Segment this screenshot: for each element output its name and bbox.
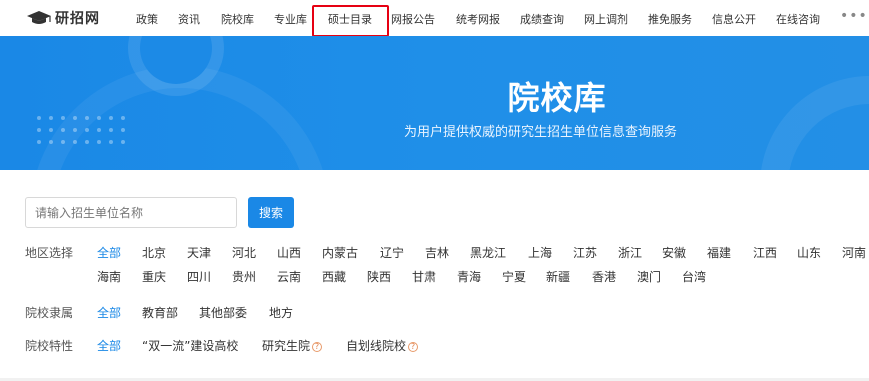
page-title-text: 院校库 xyxy=(507,79,607,117)
region-option[interactable]: 黑龙江 xyxy=(470,244,506,261)
help-icon[interactable]: ? xyxy=(408,342,419,352)
affiliation-option-all[interactable]: 全部 xyxy=(97,304,121,321)
more-menu-icon[interactable]: ••• xyxy=(840,9,868,23)
region-option[interactable]: 澳门 xyxy=(637,268,661,285)
region-option[interactable]: 贵州 xyxy=(232,268,256,285)
nav-item-exemption-service[interactable]: 推免服务 xyxy=(648,11,692,27)
nav-item-online-adjustment[interactable]: 网上调剂 xyxy=(584,11,628,27)
hero-banner: 院校库 为用户提供权威的研究生招生单位信息查询服务 xyxy=(0,36,869,170)
region-option[interactable]: 浙江 xyxy=(618,244,642,261)
region-option[interactable]: 山东 xyxy=(797,244,821,261)
region-option[interactable]: 云南 xyxy=(277,268,301,285)
nav-item-score-query[interactable]: 成绩查询 xyxy=(520,11,564,27)
search-button[interactable]: 搜索 xyxy=(248,197,294,228)
graduation-cap-icon xyxy=(27,11,51,24)
feature-option-double-first-class[interactable]: “双一流”建设高校 xyxy=(142,337,238,354)
region-option[interactable]: 河北 xyxy=(232,244,256,261)
region-option[interactable]: 四川 xyxy=(187,268,211,285)
affiliation-option-ministry-of-education[interactable]: 教育部 xyxy=(142,304,178,321)
region-option[interactable]: 甘肃 xyxy=(412,268,436,285)
region-option[interactable]: 山西 xyxy=(277,244,301,261)
feature-option-self-determined-line[interactable]: 自划线院校? xyxy=(346,337,419,354)
affiliation-option-local[interactable]: 地方 xyxy=(269,304,293,321)
region-option[interactable]: 新疆 xyxy=(546,268,570,285)
help-icon[interactable]: ? xyxy=(312,342,323,352)
region-option[interactable]: 陕西 xyxy=(367,268,391,285)
page-title: 院校库 xyxy=(0,73,869,119)
region-option[interactable]: 江西 xyxy=(753,244,777,261)
affiliation-filter-label: 院校隶属 xyxy=(25,306,74,320)
region-option[interactable]: 上海 xyxy=(528,244,552,261)
region-option[interactable]: 江苏 xyxy=(573,244,597,261)
feature-option-graduate-school[interactable]: 研究生院? xyxy=(262,337,323,354)
site-logo[interactable]: 研招网 xyxy=(26,8,100,28)
region-option[interactable]: 天津 xyxy=(187,244,211,261)
nav-item-registration-notice[interactable]: 网报公告 xyxy=(391,11,435,27)
region-option[interactable]: 青海 xyxy=(457,268,481,285)
nav-item-exam-registration[interactable]: 统考网报 xyxy=(456,11,500,27)
feature-option-graduate-school-label: 研究生院 xyxy=(262,339,311,353)
top-navigation-bar: 研招网 政策 资讯 院校库 专业库 硕士目录 网报公告 统考网报 成绩查询 网上… xyxy=(0,0,869,37)
region-option[interactable]: 内蒙古 xyxy=(322,244,358,261)
affiliation-option-other-ministries[interactable]: 其他部委 xyxy=(199,304,247,321)
logo-text: 研招网 xyxy=(55,11,100,27)
region-option[interactable]: 河南 xyxy=(842,244,866,261)
region-option[interactable]: 吉林 xyxy=(425,244,449,261)
nav-item-school-database[interactable]: 院校库 xyxy=(221,11,254,27)
highlight-box xyxy=(312,5,389,37)
feature-option-self-determined-line-label: 自划线院校 xyxy=(346,339,407,353)
region-option-all[interactable]: 全部 xyxy=(97,244,121,261)
nav-item-online-consultation[interactable]: 在线咨询 xyxy=(776,11,820,27)
feature-option-all[interactable]: 全部 xyxy=(97,337,121,354)
region-option[interactable]: 海南 xyxy=(97,268,121,285)
region-option[interactable]: 香港 xyxy=(592,268,616,285)
region-option[interactable]: 重庆 xyxy=(142,268,166,285)
region-option[interactable]: 安徽 xyxy=(662,244,686,261)
region-option[interactable]: 宁夏 xyxy=(502,268,526,285)
nav-item-policy[interactable]: 政策 xyxy=(136,11,158,27)
region-option[interactable]: 辽宁 xyxy=(380,244,404,261)
nav-item-news[interactable]: 资讯 xyxy=(178,11,200,27)
nav-item-information-disclosure[interactable]: 信息公开 xyxy=(712,11,756,27)
nav-item-major-database[interactable]: 专业库 xyxy=(274,11,307,27)
school-search-input[interactable] xyxy=(25,197,237,228)
page-subtitle-text: 为用户提供权威的研究生招生单位信息查询服务 xyxy=(404,125,678,140)
region-option[interactable]: 台湾 xyxy=(682,268,706,285)
region-option[interactable]: 北京 xyxy=(142,244,166,261)
feature-filter-label: 院校特性 xyxy=(25,339,74,353)
region-filter-label: 地区选择 xyxy=(25,246,74,260)
region-option[interactable]: 西藏 xyxy=(322,268,346,285)
region-option[interactable]: 福建 xyxy=(707,244,731,261)
page-subtitle: 为用户提供权威的研究生招生单位信息查询服务 xyxy=(0,121,869,140)
